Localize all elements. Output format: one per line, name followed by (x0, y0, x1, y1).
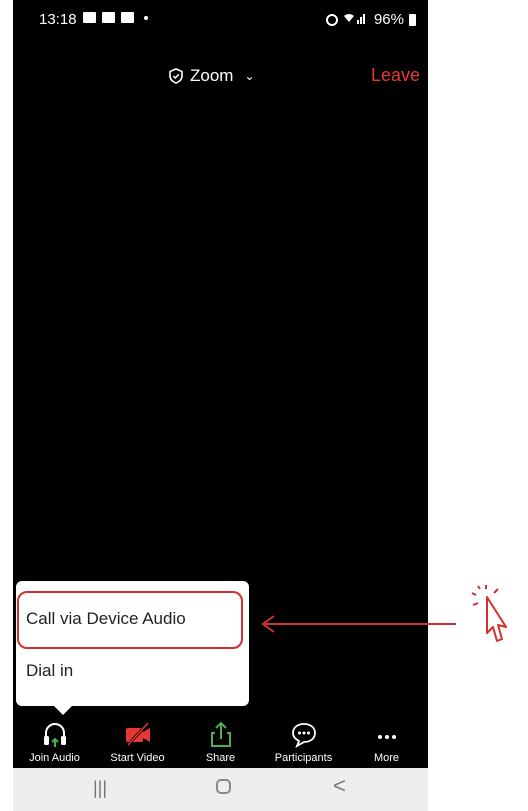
leave-button[interactable]: Leave (371, 65, 420, 86)
more-label: More (373, 752, 400, 764)
more-button[interactable]: More (345, 716, 428, 768)
more-dots-icon (377, 735, 396, 739)
join-audio-button[interactable]: Join Audio (13, 716, 96, 768)
battery-percent: 96% (373, 11, 404, 28)
popup-pointer (53, 705, 73, 715)
meeting-title: Zoom (190, 66, 234, 85)
click-cursor-icon (471, 585, 507, 642)
meeting-top-bar: Zoom ⌄ Leave (13, 58, 428, 94)
more-notifications-icon (144, 15, 148, 20)
alarm-icon (325, 13, 338, 26)
shield-check-icon (169, 68, 183, 84)
back-button[interactable]: < (333, 773, 346, 799)
laptop-icon (102, 12, 115, 23)
join-audio-label: Join Audio (29, 752, 80, 764)
gallery-icon (83, 12, 96, 23)
share-label: Share (205, 752, 236, 764)
android-nav-bar: ||| < (13, 768, 428, 811)
meeting-title-button[interactable]: Zoom ⌄ (169, 66, 255, 86)
recent-apps-button[interactable]: ||| (93, 778, 107, 799)
meeting-toolbar: Join Audio Start Video Share Participant… (13, 716, 428, 768)
start-video-label: Start Video (110, 752, 165, 764)
status-bar: 13:18 96% (13, 0, 428, 40)
status-time: 13:18 (39, 11, 77, 28)
notification-icons (83, 12, 148, 23)
chat-bubble-icon (291, 723, 316, 748)
wifi-signal-icon (343, 12, 369, 27)
share-icon (210, 721, 231, 747)
call-via-device-audio-option[interactable]: Call via Device Audio (26, 609, 186, 629)
annotation-arrow (261, 615, 456, 633)
headphones-icon (43, 723, 66, 747)
participants-label: Participants (274, 752, 333, 764)
video-off-icon (125, 721, 150, 747)
chevron-down-icon: ⌄ (244, 69, 255, 83)
status-right: 96% (325, 11, 416, 28)
start-video-button[interactable]: Start Video (96, 716, 179, 768)
participants-button[interactable]: Participants (262, 716, 345, 768)
share-button[interactable]: Share (179, 716, 262, 768)
message-icon (121, 12, 134, 23)
audio-options-popup: Call via Device Audio Dial in (16, 581, 249, 715)
battery-icon (409, 13, 416, 26)
dial-in-option[interactable]: Dial in (26, 661, 73, 681)
phone-screen: 13:18 96% Zoom ⌄ Leave Call via Device A… (13, 0, 428, 811)
home-button[interactable] (216, 779, 231, 794)
